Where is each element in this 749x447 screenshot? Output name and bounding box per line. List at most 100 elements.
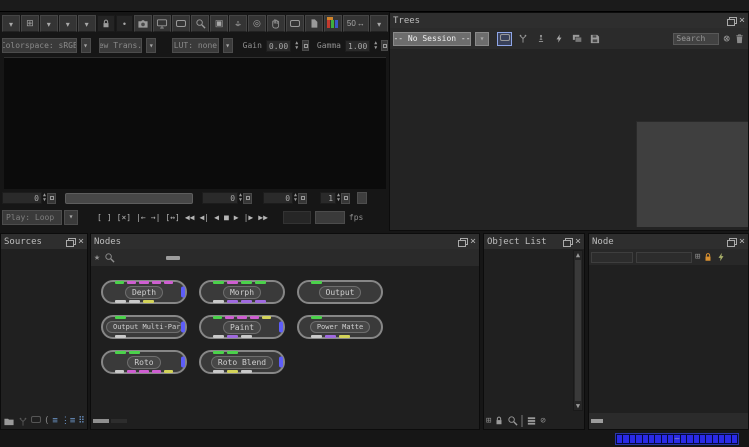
zoom-level-button[interactable]: 50↔ (343, 15, 370, 32)
step-back[interactable]: ◀| (198, 213, 210, 222)
session-chevron-icon[interactable]: ▾ (475, 32, 489, 46)
nodes-bottom-tab[interactable] (111, 419, 127, 423)
lut-dropdown[interactable]: LUT: none (172, 38, 218, 53)
bracket-view-button[interactable]: ( (44, 416, 49, 426)
reset-view-button[interactable]: ◎ (248, 15, 266, 32)
add-viewport-button[interactable]: ⊞ (21, 15, 39, 32)
lut-chevron-icon[interactable]: ▾ (223, 38, 233, 53)
view-transform-dropdown[interactable]: View Trans... (99, 38, 143, 53)
fit-view-button[interactable] (172, 15, 190, 32)
proxy-page-button[interactable] (305, 15, 323, 32)
play-mode-chevron-icon[interactable]: ▾ (64, 210, 78, 225)
play-mode-dropdown[interactable]: Play: Loop (2, 210, 62, 225)
step-value[interactable]: 1 (320, 192, 336, 204)
pin-button[interactable]: • (116, 15, 134, 32)
goto-start[interactable]: ◀◀ (184, 213, 196, 222)
node-preset-field[interactable] (636, 252, 692, 263)
float-panel-icon[interactable] (563, 238, 572, 246)
current-frame-spinbox[interactable]: 0 ▲▼ (2, 192, 56, 204)
add-icon[interactable]: ⊞ (695, 252, 700, 262)
range-end-value[interactable]: 0 (263, 192, 293, 204)
lock-icon[interactable] (703, 252, 713, 262)
frame-stepper[interactable]: ▲▼ (43, 193, 46, 203)
colorspace-chevron-icon[interactable]: ▾ (81, 38, 91, 53)
snapshot-button[interactable] (134, 15, 152, 32)
node-power-matte[interactable]: Power Matte (297, 315, 383, 339)
nodes-category-tab[interactable] (182, 256, 196, 260)
search-input[interactable] (673, 33, 719, 45)
favorites-star-icon[interactable]: ★ (94, 252, 100, 263)
node-name-field[interactable] (591, 252, 633, 263)
process-bolt-button[interactable] (551, 32, 566, 46)
gain-value[interactable]: 0.00 (266, 40, 291, 52)
scrollbar-thumb[interactable] (575, 260, 581, 401)
frame-reset-button[interactable] (47, 193, 56, 204)
play-backward[interactable]: ◀ (213, 213, 220, 222)
node-panel-tab[interactable] (605, 419, 617, 423)
nodes-category-tab[interactable] (246, 256, 260, 260)
clear-marks[interactable]: [×] (116, 213, 132, 222)
node-depth[interactable]: Depth (101, 280, 187, 304)
nodes-category-tab[interactable] (198, 256, 212, 260)
current-frame-value[interactable]: 0 (2, 192, 42, 204)
node-panel-tab[interactable] (633, 419, 645, 423)
step-reset-button[interactable] (341, 193, 350, 204)
scroll-up-icon[interactable]: ▲ (576, 251, 580, 259)
tree-button[interactable] (515, 32, 530, 46)
float-panel-icon[interactable] (66, 238, 75, 246)
node-output[interactable]: Output (297, 280, 383, 304)
nodes-category-tab[interactable] (150, 256, 164, 260)
range-end-stepper[interactable]: ▲▼ (294, 193, 297, 203)
zoom-dropdown-button[interactable]: ▾ (370, 15, 388, 32)
pan-zoom-button[interactable]: ↔↕ (229, 15, 247, 32)
goto-in[interactable]: |← (135, 213, 147, 222)
close-panel-icon[interactable]: × (739, 16, 745, 25)
filter-field-button[interactable] (521, 416, 523, 426)
source-tree-button[interactable] (18, 416, 28, 427)
mark-in[interactable]: [ (96, 213, 103, 222)
nodes-category-tab[interactable] (214, 256, 228, 260)
search-nodes-icon[interactable] (104, 252, 115, 263)
single-view-button[interactable] (497, 32, 512, 46)
close-panel-icon[interactable]: × (78, 237, 84, 246)
gain-stepper[interactable]: ▲▼ (295, 41, 298, 51)
mark-out[interactable]: ] (106, 213, 113, 222)
range-end-reset-button[interactable] (298, 193, 307, 204)
import-folder-button[interactable] (3, 416, 15, 427)
view-dropdown-3-button[interactable]: ▾ (78, 15, 96, 32)
close-panel-icon[interactable]: × (739, 237, 745, 246)
channel-display-button[interactable] (324, 15, 342, 32)
node-roto-blend[interactable]: Roto Blend (199, 350, 285, 374)
play[interactable]: ▶ (233, 213, 240, 222)
view-transform-chevron-icon[interactable]: ▾ (146, 38, 156, 53)
stand-button[interactable] (533, 32, 548, 46)
play-range[interactable]: [↔] (164, 213, 180, 222)
view-grid-button[interactable]: ⠿ (78, 416, 85, 426)
frame-all-button[interactable] (286, 15, 304, 32)
session-selector[interactable]: -- No Session -- (393, 32, 471, 46)
gamma-stepper[interactable]: ▲▼ (374, 41, 377, 51)
range-end-spinbox[interactable]: 0 ▲▼ (263, 192, 307, 204)
colorspace-dropdown[interactable]: Colorspace: sRGB (2, 38, 77, 53)
thumbnails-button[interactable] (569, 32, 584, 46)
layers-button[interactable] (526, 415, 537, 426)
add-object-button[interactable]: ⊞ (486, 416, 491, 426)
node-roto[interactable]: Roto (101, 350, 187, 374)
node-paint[interactable]: Paint (199, 315, 285, 339)
float-panel-icon[interactable] (727, 17, 736, 25)
range-start-value[interactable]: 0 (202, 192, 238, 204)
source-box-button[interactable] (31, 416, 41, 426)
viewer-canvas[interactable] (4, 57, 386, 189)
scroll-down-icon[interactable]: ▼ (576, 402, 580, 410)
clear-search-icon[interactable]: ⊗ (723, 33, 730, 44)
step-spinbox[interactable]: 1 ▲▼ (320, 192, 350, 204)
goto-end[interactable]: ▶▶ (257, 213, 269, 222)
trash-icon[interactable] (734, 33, 745, 44)
save-button[interactable] (587, 32, 602, 46)
view-dropdown-2-button[interactable]: ▾ (59, 15, 77, 32)
nodes-category-tab[interactable] (166, 256, 180, 260)
nodes-category-tab[interactable] (118, 256, 132, 260)
fps-input[interactable] (315, 211, 345, 224)
gamma-reset-button[interactable] (381, 40, 388, 51)
hand-tool-button[interactable] (267, 15, 285, 32)
